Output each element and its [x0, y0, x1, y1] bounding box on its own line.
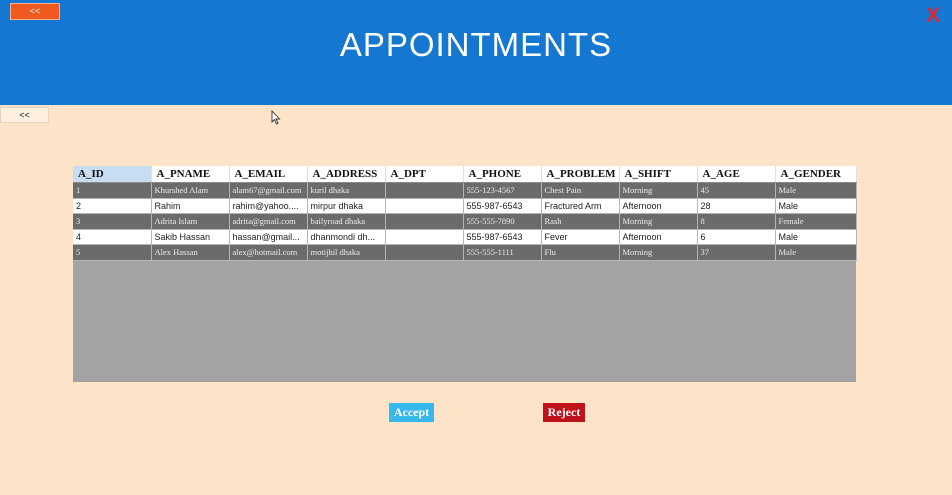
table-cell[interactable]: Khurshed Alam	[151, 182, 230, 199]
table-cell[interactable]: 3	[73, 213, 152, 230]
table-cell[interactable]: Adrita Islam	[151, 213, 230, 230]
table-cell[interactable]: 37	[697, 244, 776, 261]
column-header-a-address[interactable]: A_ADDRESS	[307, 166, 386, 183]
column-header-a-shift[interactable]: A_SHIFT	[619, 166, 698, 183]
table-cell[interactable]: mirpur dhaka	[307, 198, 386, 214]
table-cell[interactable]: 28	[697, 198, 776, 214]
table-cell[interactable]: bailyroad dhaka	[307, 213, 386, 230]
table-cell[interactable]: Chest Pain	[541, 182, 620, 199]
table-cell[interactable]	[385, 229, 464, 245]
table-cell[interactable]: motijhil dhaka	[307, 244, 386, 261]
table-cell[interactable]: Alex Hassan	[151, 244, 230, 261]
table-cell[interactable]: Afternoon	[619, 198, 698, 214]
table-cell[interactable]: 4	[73, 229, 152, 245]
table-cell[interactable]: Male	[775, 229, 857, 245]
table-cell[interactable]: 5	[73, 244, 152, 261]
table-cell[interactable]: Morning	[619, 182, 698, 199]
table-cell[interactable]: Afternoon	[619, 229, 698, 245]
table-cell[interactable]: 555-555-1111	[463, 244, 542, 261]
column-header-a-id[interactable]: A_ID	[73, 166, 152, 183]
column-header-a-email[interactable]: A_EMAIL	[229, 166, 308, 183]
table-cell[interactable]: dhanmondi dh...	[307, 229, 386, 245]
column-header-a-phone[interactable]: A_PHONE	[463, 166, 542, 183]
accept-button[interactable]: Accept	[389, 403, 434, 422]
table-cell[interactable]	[385, 198, 464, 214]
column-header-a-dpt[interactable]: A_DPT	[385, 166, 464, 183]
table-cell[interactable]: Morning	[619, 244, 698, 261]
page-title: APPOINTMENTS	[339, 26, 613, 63]
column-header-a-age[interactable]: A_AGE	[697, 166, 776, 183]
table-cell[interactable]: Morning	[619, 213, 698, 230]
table-cell[interactable]: Sakib Hassan	[151, 229, 230, 245]
table-cell[interactable]: alam67@gmail.com	[229, 182, 308, 199]
table-row[interactable]: 4 Sakib Hassan hassan@gmail... dhanmondi…	[73, 229, 857, 245]
table-cell[interactable]: rahim@yahoo....	[229, 198, 308, 214]
table-cell[interactable]: 6	[697, 229, 776, 245]
reject-button[interactable]: Reject	[543, 403, 585, 422]
table-cell[interactable]: 1	[73, 182, 152, 199]
table-cell[interactable]: 8	[697, 213, 776, 230]
table-cell[interactable]: 555-987-6543	[463, 229, 542, 245]
table-cell[interactable]: adrita@gmail.com	[229, 213, 308, 230]
table-cell[interactable]: 45	[697, 182, 776, 199]
secondary-back-button[interactable]: <<	[0, 107, 49, 123]
table-cell[interactable]	[385, 213, 464, 230]
table-cell[interactable]: 2	[73, 198, 152, 214]
back-button[interactable]: <<	[10, 3, 60, 20]
table-cell[interactable]: Male	[775, 198, 857, 214]
table-cell[interactable]	[385, 182, 464, 199]
table-cell[interactable]: hassan@gmail...	[229, 229, 308, 245]
table-cell[interactable]: Female	[775, 213, 857, 230]
table-cell[interactable]: Male	[775, 182, 857, 199]
table-cell[interactable]	[385, 244, 464, 261]
header-row: A_ID A_PNAME A_EMAIL A_ADDRESS A_DPT A_P…	[73, 166, 857, 183]
close-button[interactable]: X	[926, 4, 940, 28]
table-cell[interactable]: 555-987-6543	[463, 198, 542, 214]
table-cell[interactable]: alex@hotmail.com	[229, 244, 308, 261]
table-cell[interactable]: Rahim	[151, 198, 230, 214]
table-cell[interactable]: Male	[775, 244, 857, 261]
table-cell[interactable]: Fractured Arm	[541, 198, 620, 214]
table-row[interactable]: 1 Khurshed Alam alam67@gmail.com kuril d…	[73, 182, 857, 199]
table-row[interactable]: 3 Adrita Islam adrita@gmail.com bailyroa…	[73, 213, 857, 230]
column-header-a-problem[interactable]: A_PROBLEM	[541, 166, 620, 183]
table-cell[interactable]: Flu	[541, 244, 620, 261]
column-header-a-gender[interactable]: A_GENDER	[775, 166, 857, 183]
header-bar: << APPOINTMENTS X	[0, 0, 952, 105]
table-cell[interactable]: Fever	[541, 229, 620, 245]
table-cell[interactable]: kuril dhaka	[307, 182, 386, 199]
mouse-cursor-icon	[271, 110, 281, 125]
table-cell[interactable]: Rash	[541, 213, 620, 230]
table-row[interactable]: 5 Alex Hassan alex@hotmail.com motijhil …	[73, 244, 857, 261]
table-cell[interactable]: 555-123-4567	[463, 182, 542, 199]
appointments-table: A_ID A_PNAME A_EMAIL A_ADDRESS A_DPT A_P…	[73, 166, 857, 261]
column-header-a-pname[interactable]: A_PNAME	[151, 166, 230, 183]
appointments-grid[interactable]: A_ID A_PNAME A_EMAIL A_ADDRESS A_DPT A_P…	[73, 166, 857, 382]
table-row[interactable]: 2 Rahim rahim@yahoo.... mirpur dhaka 555…	[73, 198, 857, 214]
table-cell[interactable]: 555-555-7890	[463, 213, 542, 230]
